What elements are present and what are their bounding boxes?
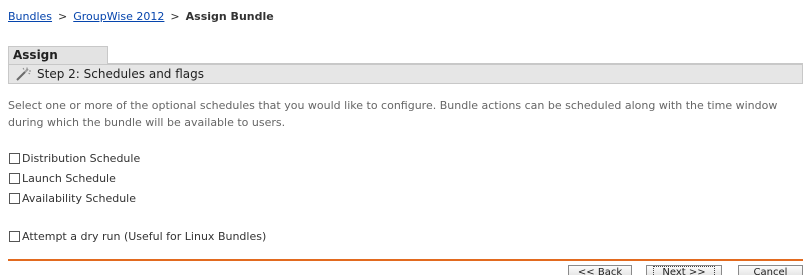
footer-divider: [8, 259, 803, 261]
back-button[interactable]: << Back: [568, 265, 632, 275]
availability-schedule-option[interactable]: Availability Schedule: [8, 192, 136, 205]
panel-tab-title: Assign Bundle: [8, 46, 108, 79]
dry-run-label: Attempt a dry run (Useful for Linux Bund…: [22, 230, 267, 243]
launch-schedule-label: Launch Schedule: [22, 172, 116, 185]
launch-schedule-checkbox[interactable]: [9, 173, 20, 184]
breadcrumb-current: Assign Bundle: [185, 10, 274, 23]
wand-icon: [15, 67, 31, 81]
breadcrumb-separator: >: [170, 10, 180, 23]
step-title: Step 2: Schedules and flags: [37, 67, 205, 81]
availability-schedule-checkbox[interactable]: [9, 193, 20, 204]
cancel-button[interactable]: Cancel: [738, 265, 803, 275]
breadcrumb-link-bundles[interactable]: Bundles: [8, 10, 52, 23]
instructions-text: Select one or more of the optional sched…: [8, 99, 778, 129]
dry-run-option[interactable]: Attempt a dry run (Useful for Linux Bund…: [8, 230, 266, 243]
next-button-label: Next >>: [653, 266, 715, 275]
distribution-schedule-label: Distribution Schedule: [22, 152, 141, 165]
breadcrumb: Bundles > GroupWise 2012 > Assign Bundle: [8, 10, 274, 23]
breadcrumb-link-groupwise[interactable]: GroupWise 2012: [73, 10, 164, 23]
dry-run-checkbox[interactable]: [9, 231, 20, 242]
distribution-schedule-checkbox[interactable]: [9, 153, 20, 164]
next-button[interactable]: Next >>: [646, 265, 722, 275]
assign-bundle-page: Bundles > GroupWise 2012 > Assign Bundle Ass…: [0, 0, 811, 275]
launch-schedule-option[interactable]: Launch Schedule: [8, 172, 116, 185]
breadcrumb-separator: >: [58, 10, 68, 23]
distribution-schedule-option[interactable]: Distribution Schedule: [8, 152, 140, 165]
availability-schedule-label: Availability Schedule: [22, 192, 137, 205]
step-header: Step 2: Schedules and flags: [8, 64, 803, 84]
